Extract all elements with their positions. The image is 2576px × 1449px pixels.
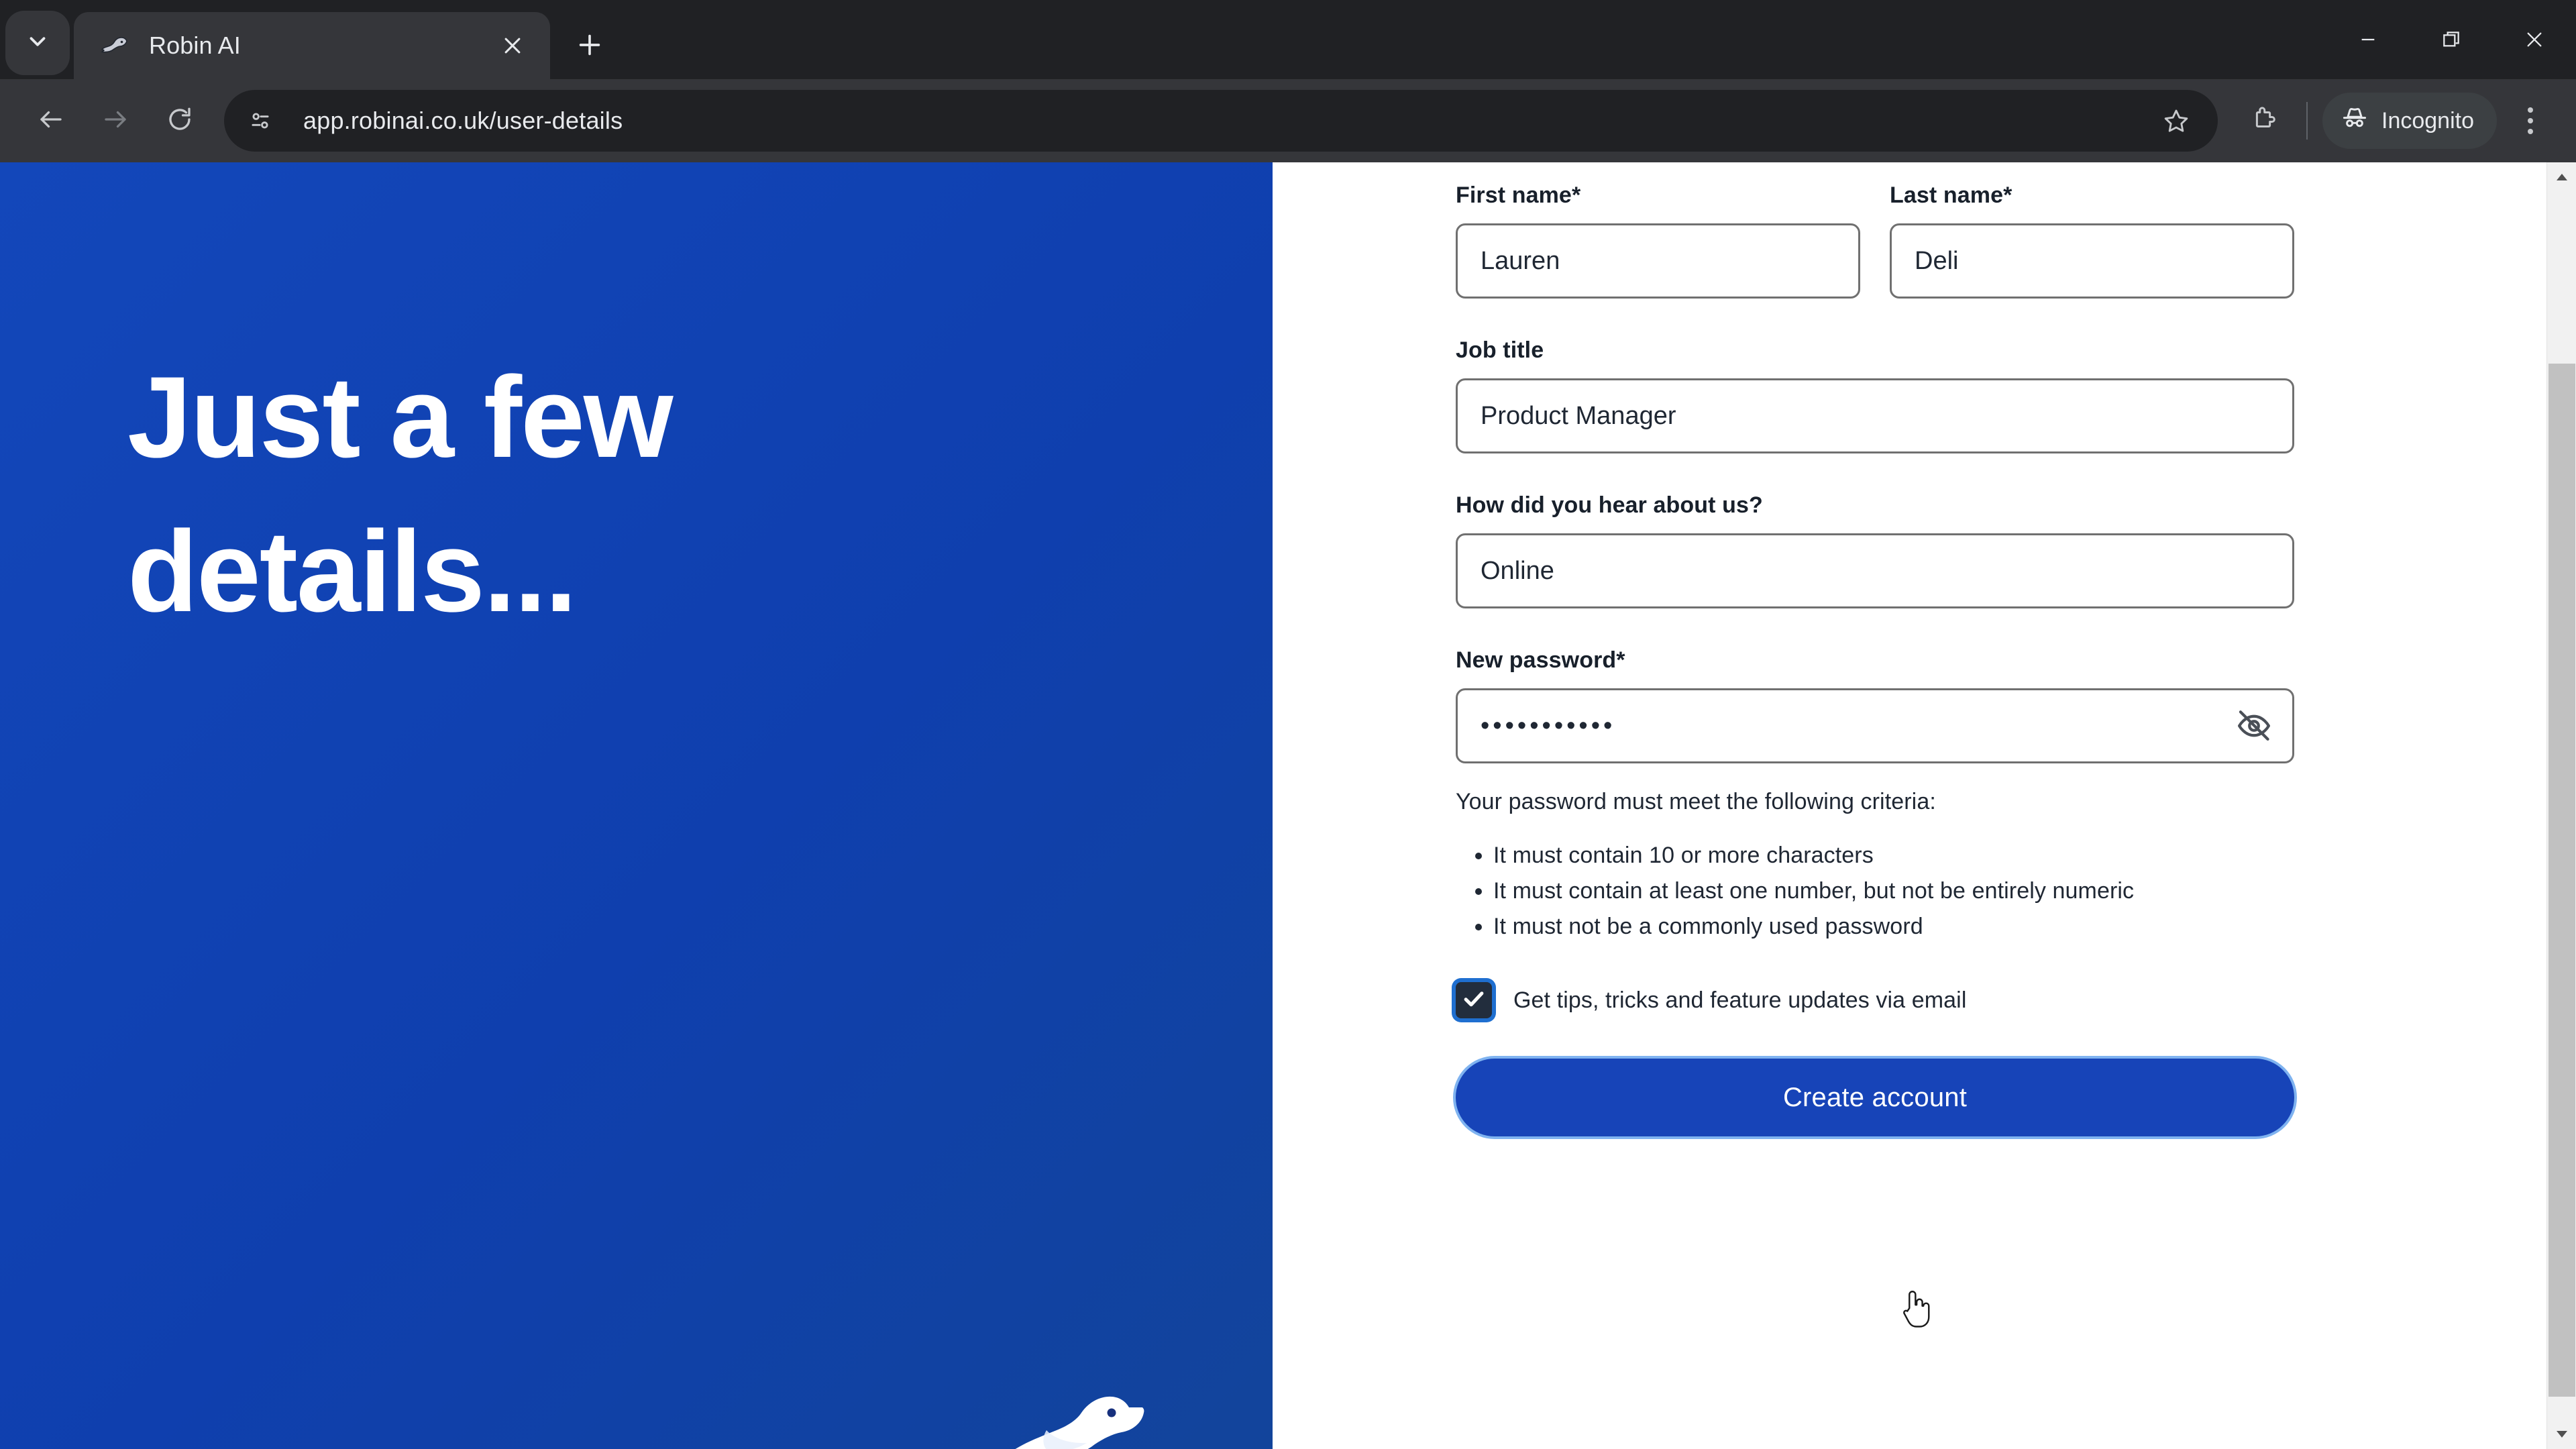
tab-close-button[interactable] (494, 27, 531, 64)
chevron-down-icon (25, 29, 50, 58)
password-criteria-list: It must contain 10 or more characters It… (1456, 838, 2294, 945)
tab-title: Robin AI (149, 32, 241, 59)
incognito-label: Incognito (2381, 107, 2474, 133)
new-tab-button[interactable] (564, 19, 616, 71)
user-details-form: First name* Lauren Last name* Deli Job t… (1456, 162, 2294, 1137)
hear-about-input[interactable]: Online (1456, 533, 2294, 608)
minimize-button[interactable] (2326, 0, 2410, 79)
url-text: app.robinai.co.uk/user-details (303, 107, 623, 134)
window-controls (2326, 0, 2576, 79)
last-name-input[interactable]: Deli (1890, 223, 2294, 299)
extensions-button[interactable] (2233, 90, 2294, 152)
first-name-input[interactable]: Lauren (1456, 223, 1860, 299)
forward-button[interactable] (83, 89, 148, 153)
marketing-optin-row[interactable]: Get tips, tricks and feature updates via… (1456, 982, 2294, 1019)
first-name-group: First name* Lauren (1456, 182, 1860, 299)
marketing-optin-label: Get tips, tricks and feature updates via… (1513, 987, 1967, 1013)
incognito-indicator[interactable]: Incognito (2322, 93, 2497, 149)
password-label: New password* (1456, 647, 1625, 673)
browser-tab[interactable]: Robin AI (74, 12, 550, 79)
window-close-button[interactable] (2493, 0, 2576, 79)
password-criteria-intro: Your password must meet the following cr… (1456, 789, 1936, 814)
incognito-hat-icon (2340, 103, 2381, 139)
page-title: Just a few details... (127, 353, 674, 637)
star-icon[interactable] (2151, 95, 2202, 146)
scroll-down-arrow-icon[interactable] (2547, 1419, 2576, 1449)
hear-about-label: How did you hear about us? (1456, 492, 1763, 518)
reload-icon (166, 105, 194, 137)
first-name-label: First name* (1456, 182, 1581, 208)
menu-dot (2528, 129, 2533, 134)
menu-dot (2528, 118, 2533, 123)
name-row: First name* Lauren Last name* Deli (1456, 182, 2294, 299)
job-title-input[interactable]: Product Manager (1456, 378, 2294, 453)
last-name-label: Last name* (1890, 182, 2012, 208)
password-masked-value: ••••••••••• (1481, 712, 1616, 740)
signup-form-panel: First name* Lauren Last name* Deli Job t… (1273, 162, 2576, 1449)
checkmark-icon (1461, 986, 1487, 1015)
back-arrow-icon (37, 105, 65, 137)
page-scrollbar[interactable] (2546, 162, 2576, 1449)
criteria-item: It must contain 10 or more characters (1493, 838, 2294, 873)
browser-window: Robin AI app.robinai.co.uk/user-details … (0, 0, 2576, 1449)
address-bar[interactable]: app.robinai.co.uk/user-details (224, 90, 2218, 152)
robin-bird-illustration (976, 1387, 1150, 1449)
tab-strip: Robin AI (0, 0, 2576, 79)
maximize-button[interactable] (2410, 0, 2493, 79)
password-wrap: ••••••••••• (1456, 688, 2294, 763)
toolbar-divider (2306, 102, 2308, 140)
last-name-group: Last name* Deli (1890, 182, 2294, 299)
extensions-puzzle-icon (2249, 105, 2277, 137)
criteria-item: It must not be a commonly used password (1493, 909, 2294, 945)
menu-dot (2528, 107, 2533, 113)
password-group: New password* ••••••••••• (1456, 647, 2294, 763)
hero-panel: Just a few details... (0, 162, 1273, 1449)
marketing-optin-checkbox[interactable] (1456, 982, 1492, 1019)
forward-arrow-icon (101, 105, 129, 137)
criteria-item: It must contain at least one number, but… (1493, 873, 2294, 909)
tab-search-button[interactable] (5, 11, 70, 75)
eye-off-icon[interactable] (2233, 704, 2275, 747)
site-settings-icon[interactable] (235, 95, 286, 146)
three-dot-menu-icon[interactable] (2504, 90, 2557, 152)
hear-about-group: How did you hear about us? Online (1456, 492, 2294, 608)
create-account-button[interactable]: Create account (1456, 1059, 2294, 1137)
scroll-up-arrow-icon[interactable] (2547, 162, 2576, 192)
browser-toolbar: app.robinai.co.uk/user-details Incognito (0, 79, 2576, 162)
job-title-group: Job title Product Manager (1456, 337, 2294, 453)
page-viewport: Just a few details... First name* Lauren… (0, 162, 2576, 1449)
reload-button[interactable] (148, 89, 212, 153)
job-title-label: Job title (1456, 337, 1544, 363)
password-input[interactable]: ••••••••••• (1456, 688, 2294, 763)
robin-bird-favicon (99, 30, 131, 62)
scrollbar-thumb[interactable] (2548, 364, 2575, 1397)
back-button[interactable] (19, 89, 83, 153)
